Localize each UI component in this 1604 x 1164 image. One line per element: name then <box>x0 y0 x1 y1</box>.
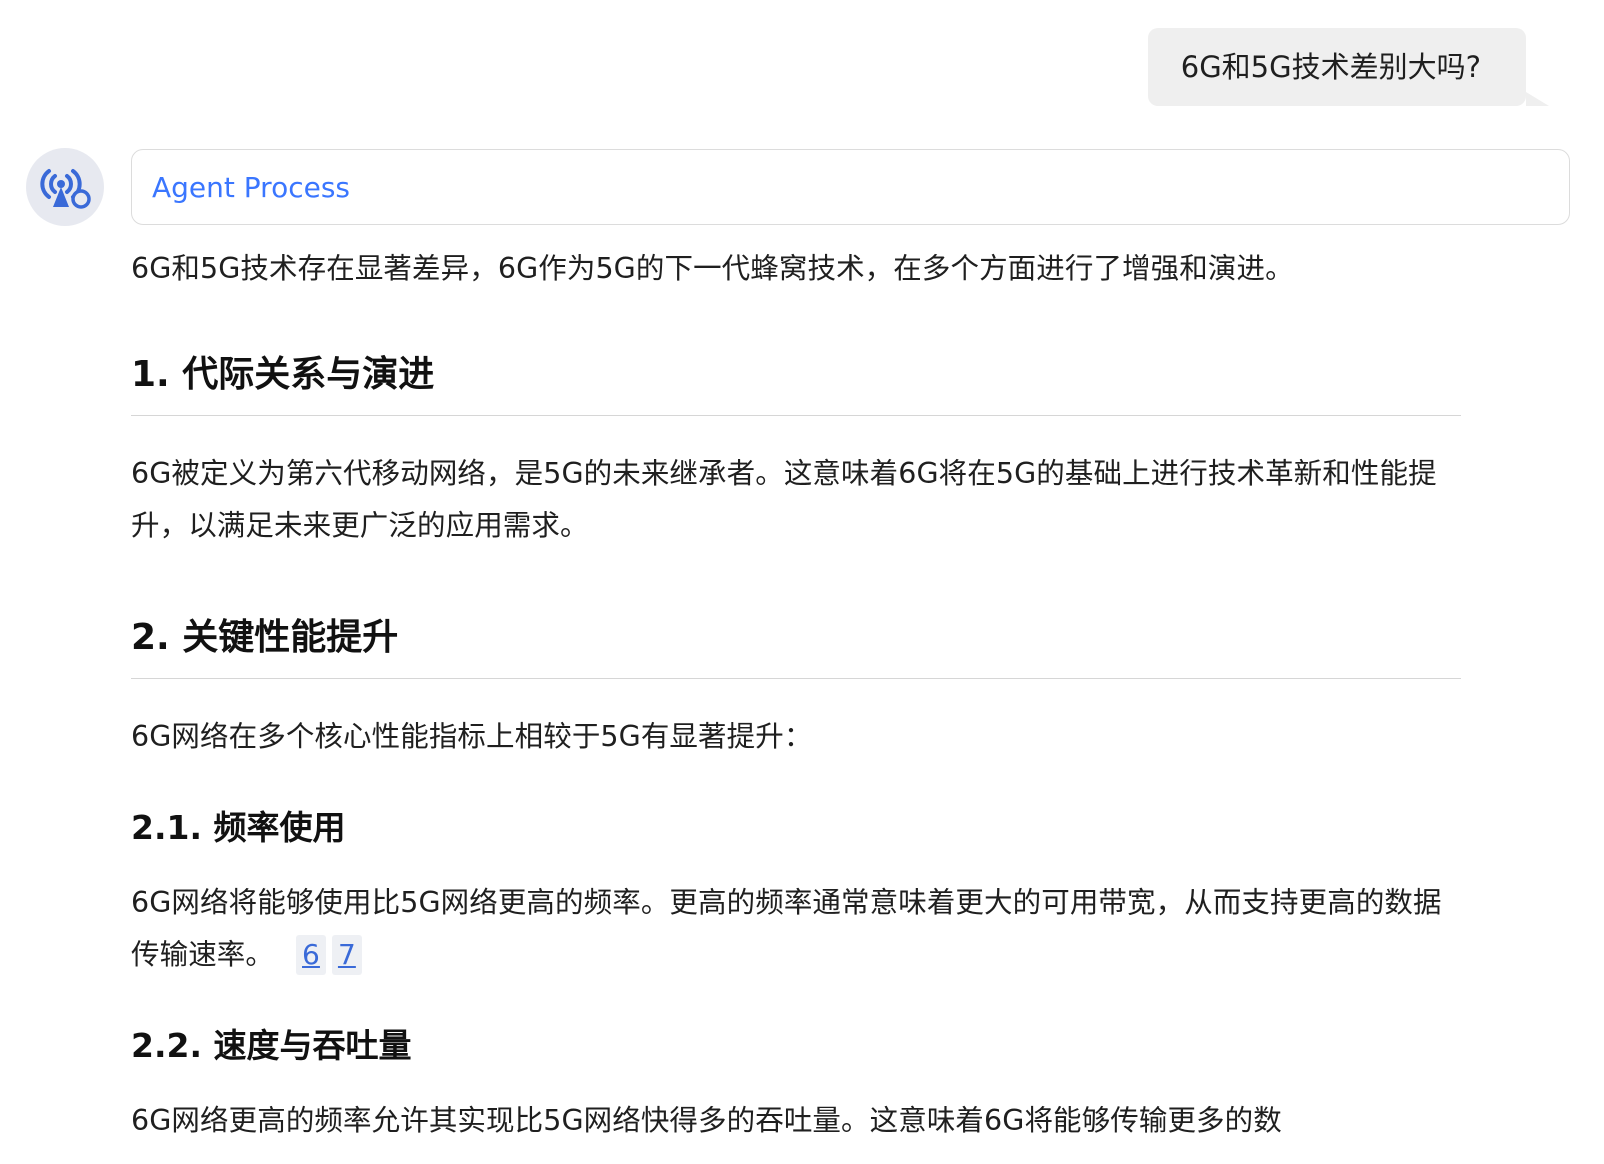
subsection-paragraph: 6G网络更高的频率允许其实现比5G网络快得多的吞吐量。这意味着6G将能够传输更多… <box>131 1104 1282 1137</box>
subsection-paragraph: 6G网络将能够使用比5G网络更高的频率。更高的频率通常意味着更大的可用带宽，从而… <box>131 877 1461 981</box>
subsection-heading: 2.2. 速度与吞吐量 <box>131 1026 412 1065</box>
citation-link[interactable]: 6 <box>296 935 326 975</box>
user-message-bubble: 6G和5G技术差别大吗? <box>1147 28 1550 106</box>
agent-process-toggle[interactable]: Agent Process <box>131 149 1570 225</box>
signal-tower-icon <box>40 169 91 209</box>
agent-process-label: Agent Process <box>152 170 350 204</box>
subsection-heading: 2.1. 频率使用 <box>131 808 346 847</box>
assistant-answer: 6G和5G技术存在显著差异，6G作为5G的下一代蜂窝技术，在多个方面进行了增强和… <box>131 243 1461 1147</box>
assistant-avatar <box>26 148 104 226</box>
citation-link[interactable]: 7 <box>331 935 362 975</box>
section-2: 2. 关键性能提升 6G网络在多个核心性能指标上相较于5G有显著提升： 2.1.… <box>131 614 1461 1147</box>
section-heading: 1. 代际关系与演进 <box>131 351 1461 416</box>
user-message: 6G和5G技术差别大吗? <box>1147 28 1550 106</box>
section-paragraph: 6G网络在多个核心性能指标上相较于5G有显著提升： <box>131 720 813 753</box>
subsection-2-2: 2.2. 速度与吞吐量 6G网络更高的频率允许其实现比5G网络快得多的吞吐量。这… <box>131 1023 1461 1147</box>
answer-intro: 6G和5G技术存在显著差异，6G作为5G的下一代蜂窝技术，在多个方面进行了增强和… <box>131 252 1294 285</box>
user-message-text: 6G和5G技术差别大吗? <box>1180 50 1481 84</box>
section-1: 1. 代际关系与演进 6G被定义为第六代移动网络，是5G的未来继承者。这意味着6… <box>131 351 1461 552</box>
subsection-2-1: 2.1. 频率使用 6G网络将能够使用比5G网络更高的频率。更高的频率通常意味着… <box>131 805 1461 981</box>
subsection-paragraph-text: 6G网络将能够使用比5G网络更高的频率。更高的频率通常意味着更大的可用带宽，从而… <box>131 886 1442 971</box>
section-heading: 2. 关键性能提升 <box>131 614 1461 679</box>
section-paragraph: 6G被定义为第六代移动网络，是5G的未来继承者。这意味着6G将在5G的基础上进行… <box>131 457 1437 542</box>
